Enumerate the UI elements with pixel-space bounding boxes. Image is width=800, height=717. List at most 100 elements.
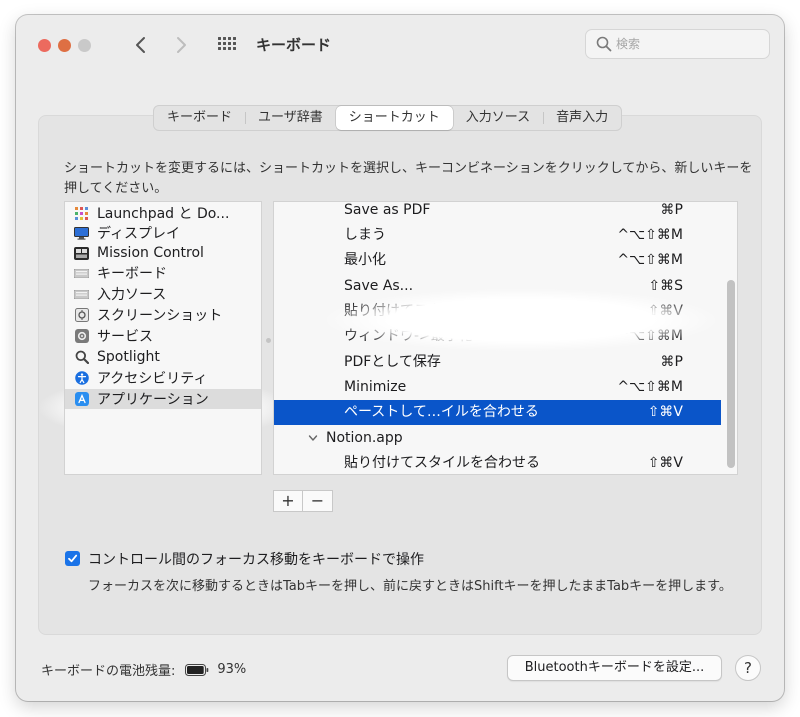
vertical-scrollbar[interactable] [727,280,735,468]
shortcut-keys[interactable]: ⇧⌘V [648,451,683,474]
shortcut-name: Minimize [344,379,407,395]
checkmark-icon [68,554,78,563]
shortcut-name: PDFとして保存 [344,354,441,370]
window-title: キーボード [256,36,332,54]
shortcut-name: ペーストして…イルを合わせる [344,404,539,420]
shortcut-keys[interactable]: ^⌥⇧⌘M [617,375,683,400]
category-item-display[interactable]: ディスプレイ [65,223,261,243]
search-input[interactable] [616,35,761,53]
search-field[interactable] [585,29,770,59]
search-icon [596,36,612,52]
category-label: キーボード [97,266,167,282]
battery-status: キーボードの電池残量: 93% [41,660,246,679]
battery-label: キーボードの電池残量: [41,664,176,679]
shortcut-keys[interactable]: ⌘P [661,350,683,375]
category-item-keyboard[interactable]: キーボード [65,263,261,283]
shortcut-name: Save as PDF [344,202,431,218]
keyboard-navigation-label[interactable]: コントロール間のフォーカス移動をキーボードで操作 [88,549,424,569]
battery-icon [185,663,209,676]
category-label: アプリケーション [97,392,209,408]
category-item-spotlight[interactable]: Spotlight [65,347,261,367]
setup-bluetooth-keyboard-button[interactable]: Bluetoothキーボードを設定... [507,655,722,681]
category-label: 入力ソース [97,287,167,303]
spotlight-magnifier-icon [74,350,89,365]
shortcut-name: ウィンドウ->最小化 [344,328,473,344]
battery-percent: 93% [217,662,247,677]
remove-shortcut-button[interactable]: − [303,490,333,512]
shortcut-name: Save As... [344,278,414,294]
keyboard-icon [74,266,89,281]
screenshot-icon [74,308,89,323]
zoom-window-button[interactable] [78,39,91,52]
category-list: Launchpad と Do... ディスプレイ Mission Control… [64,201,262,475]
shortcut-row[interactable]: 最小化 ^⌥⇧⌘M [274,248,721,273]
add-remove-controls: + − [273,490,333,512]
back-button[interactable] [129,33,153,57]
shortcut-keys[interactable]: ⇧⌘S [648,274,683,299]
shortcut-name: 貼り付けてスタイルを合わせる [344,303,540,319]
chevron-right-icon [177,37,186,53]
forward-button[interactable] [169,33,193,57]
instructions-text: ショートカットを変更するには、ショートカットを選択し、キーコンビネーションをクリ… [64,161,753,196]
shortcut-row-selected[interactable]: ペーストして…イルを合わせる ⇧⌘V [274,400,721,425]
category-label: サービス [97,329,153,345]
app-group-row[interactable]: Notion.app [274,426,721,451]
show-all-grid-icon[interactable] [218,37,236,53]
preferences-window: キーボード キーボード ユーザ辞書 ショートカット 入力ソース 音声入力 ショー… [16,15,784,701]
split-view-divider[interactable] [266,338,271,343]
close-window-button[interactable] [38,39,51,52]
minimize-window-button[interactable] [58,39,71,52]
input-sources-icon [74,287,89,302]
tab-bar: キーボード ユーザ辞書 ショートカット 入力ソース 音声入力 [153,105,623,131]
shortcut-name: 貼り付けてスタイルを合わせる [344,455,540,471]
shortcut-keys[interactable]: ⌘P [661,202,683,223]
app-store-icon [74,392,89,407]
shortcut-keys[interactable]: ^⌥⇧⌘M [617,324,683,349]
title-bar: キーボード [16,15,784,75]
help-button[interactable]: ? [735,655,761,681]
keyboard-navigation-description: フォーカスを次に移動するときはTabキーを押し、前に戻すときはShiftキーを押… [88,579,732,594]
shortcut-row[interactable]: Save as PDF ⌘P [274,202,721,223]
category-label: アクセシビリティ [97,371,208,387]
tab-keyboard[interactable]: キーボード [154,106,245,130]
add-shortcut-button[interactable]: + [273,490,303,512]
shortcut-keys[interactable]: ^⌥⇧⌘M [617,223,683,248]
display-icon [74,226,89,241]
keyboard-navigation-checkbox[interactable] [65,551,80,566]
category-label: Spotlight [97,349,160,365]
services-gear-icon [74,329,89,344]
shortcut-row[interactable]: Minimize ^⌥⇧⌘M [274,375,721,400]
mission-control-icon [74,246,89,261]
category-item-input-sources[interactable]: 入力ソース [65,284,261,304]
tab-user-dictionary[interactable]: ユーザ辞書 [245,106,336,130]
accessibility-icon [74,371,89,386]
category-item-screenshots[interactable]: スクリーンショット [65,305,261,325]
category-label: Launchpad と Do... [97,206,230,222]
chevron-left-icon [136,37,145,53]
shortcut-row[interactable]: ウィンドウ->最小化 ^⌥⇧⌘M [274,324,721,349]
category-item-services[interactable]: サービス [65,326,261,346]
category-item-mission-control[interactable]: Mission Control [65,243,261,263]
category-item-accessibility[interactable]: アクセシビリティ [65,368,261,388]
shortcut-row[interactable]: 貼り付けてスタイルを合わせる ⇧⌘V [274,299,721,324]
category-item-applications[interactable]: アプリケーション [65,389,261,409]
shortcut-keys[interactable]: ^⌥⇧⌘M [617,248,683,273]
category-label: スクリーンショット [97,308,223,324]
shortcut-keys[interactable]: ⇧⌘V [648,299,683,324]
category-label: Mission Control [97,245,204,261]
shortcut-row[interactable]: Save As... ⇧⌘S [274,274,721,299]
shortcut-row[interactable]: しまう ^⌥⇧⌘M [274,223,721,248]
shortcut-name: しまう [344,227,386,243]
app-group-name: Notion.app [326,430,403,446]
shortcut-list: Save as PDF ⌘P しまう ^⌥⇧⌘M 最小化 ^⌥⇧⌘M Save … [273,201,738,475]
launchpad-icon [74,206,89,221]
tab-input-sources[interactable]: 入力ソース [453,106,543,130]
shortcut-row[interactable]: 貼り付けてスタイルを合わせる ⇧⌘V [274,451,721,474]
shortcut-row[interactable]: PDFとして保存 ⌘P [274,350,721,375]
shortcut-name: 最小化 [344,252,386,268]
category-item-launchpad[interactable]: Launchpad と Do... [65,203,261,223]
category-label: ディスプレイ [97,226,181,242]
tab-shortcuts[interactable]: ショートカット [335,106,453,130]
shortcut-keys[interactable]: ⇧⌘V [648,400,683,425]
tab-dictation[interactable]: 音声入力 [543,106,621,130]
